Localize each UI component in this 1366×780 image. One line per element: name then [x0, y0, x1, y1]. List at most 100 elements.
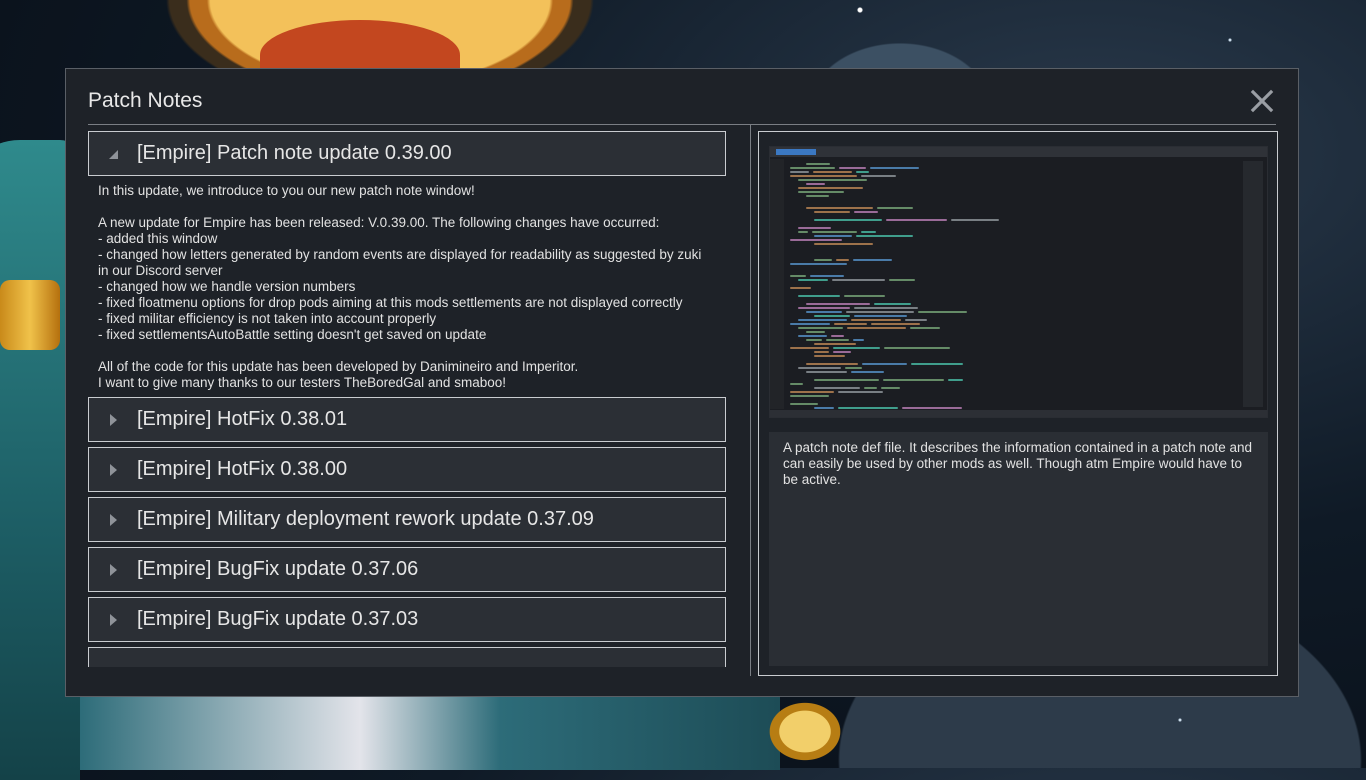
patch-entry-title: [Empire] BugFix update 0.37.06: [137, 558, 419, 580]
code-line: [790, 167, 835, 169]
expand-triangle-icon: [89, 563, 137, 577]
code-line: [886, 219, 947, 221]
code-line: [790, 391, 834, 393]
expand-triangle-icon: [89, 413, 137, 427]
body-line: I want to give many thanks to our tester…: [98, 375, 506, 390]
code-line: [814, 351, 829, 353]
patch-entry-header[interactable]: [Empire] Patch note update 0.39.00: [88, 131, 726, 176]
code-line: [798, 335, 827, 337]
code-line: [806, 311, 842, 313]
code-line: [798, 187, 863, 189]
code-line: [814, 219, 882, 221]
body-line: - fixed militar efficiency is not taken …: [98, 311, 437, 326]
code-line: [951, 219, 999, 221]
code-line: [814, 259, 832, 261]
panel-divider: [750, 124, 751, 676]
code-line: [877, 207, 913, 209]
code-line: [948, 379, 963, 381]
patch-entry-header[interactable]: [Empire] HotFix 0.38.00: [88, 447, 726, 492]
patch-entry-title: [Empire] Patch note update 0.39.00: [137, 142, 452, 164]
code-line: [884, 347, 950, 349]
code-line: [798, 227, 831, 229]
close-button[interactable]: [1250, 89, 1274, 113]
code-line: [814, 235, 852, 237]
title-divider: [88, 124, 1276, 125]
body-line: - added this window: [98, 231, 218, 246]
patch-entry-header[interactable]: [Empire] HotFix 0.38.01: [88, 397, 726, 442]
code-line: [790, 347, 829, 349]
code-line: [833, 351, 851, 353]
code-line: [864, 387, 877, 389]
body-line: All of the code for this update has been…: [98, 359, 579, 374]
code-line: [874, 303, 911, 305]
patch-entry-header[interactable]: [Empire] BugFix update 0.37.03: [88, 597, 726, 642]
code-line: [881, 387, 900, 389]
code-line: [814, 343, 856, 345]
code-line: [847, 327, 906, 329]
code-line: [851, 319, 901, 321]
code-line: [836, 259, 849, 261]
patch-list[interactable]: [Empire] Patch note update 0.39.00 In th…: [88, 131, 728, 676]
code-line: [814, 387, 860, 389]
code-line: [826, 339, 849, 341]
expand-triangle-icon: [89, 613, 137, 627]
code-line: [790, 287, 811, 289]
body-line: - changed how we handle version numbers: [98, 279, 356, 294]
code-line: [844, 295, 885, 297]
background-gold-bracelet: [0, 280, 60, 350]
code-line: [910, 327, 940, 329]
code-line: [790, 175, 857, 177]
code-line: [812, 231, 857, 233]
code-line: [883, 379, 944, 381]
code-line: [790, 323, 830, 325]
code-line: [790, 403, 818, 405]
patch-entry-partial[interactable]: [88, 647, 726, 667]
code-line: [854, 211, 878, 213]
patch-entry-title: [Empire] HotFix 0.38.00: [137, 458, 348, 480]
code-line: [798, 319, 847, 321]
code-line: [790, 263, 847, 265]
code-line: [854, 315, 907, 317]
code-line: [798, 307, 850, 309]
code-line: [806, 195, 829, 197]
preview-panel: A patch note def file. It describes the …: [758, 131, 1278, 676]
code-line: [810, 275, 844, 277]
code-line: [790, 383, 803, 385]
code-line: [902, 407, 962, 409]
code-editor-screenshot: [769, 146, 1268, 418]
code-line: [839, 167, 866, 169]
code-line: [832, 279, 885, 281]
code-line: [806, 183, 825, 185]
code-line: [798, 367, 841, 369]
code-line: [798, 279, 828, 281]
code-line: [905, 319, 927, 321]
expand-triangle-icon: [89, 463, 137, 477]
code-line: [814, 355, 845, 357]
window-title: Patch Notes: [88, 89, 203, 112]
patch-entry-header[interactable]: [Empire] Military deployment rework upda…: [88, 497, 726, 542]
code-line: [813, 171, 852, 173]
code-line: [838, 407, 898, 409]
code-line: [790, 395, 829, 397]
code-line: [853, 339, 864, 341]
code-line: [831, 335, 844, 337]
body-line: A new update for Empire has been release…: [98, 215, 660, 230]
background-golden-cup: [760, 695, 850, 768]
patch-entry-header[interactable]: [Empire] BugFix update 0.37.06: [88, 547, 726, 592]
patch-entry-title: [Empire] HotFix 0.38.01: [137, 408, 348, 430]
code-line: [806, 207, 873, 209]
code-line: [814, 407, 834, 409]
code-line: [862, 363, 907, 365]
body-line: - fixed floatmenu options for drop pods …: [98, 295, 683, 310]
editor-minimap: [1243, 161, 1263, 407]
code-line: [861, 231, 876, 233]
preview-description: A patch note def file. It describes the …: [769, 432, 1268, 666]
code-line: [834, 323, 867, 325]
patch-notes-window: Patch Notes [Empire] Patch note update 0…: [65, 68, 1299, 697]
close-icon: [1250, 89, 1274, 113]
code-line: [853, 259, 892, 261]
code-line: [861, 175, 896, 177]
expand-triangle-icon: [89, 513, 137, 527]
code-line: [814, 379, 879, 381]
patch-entry-title: [Empire] BugFix update 0.37.03: [137, 608, 419, 630]
